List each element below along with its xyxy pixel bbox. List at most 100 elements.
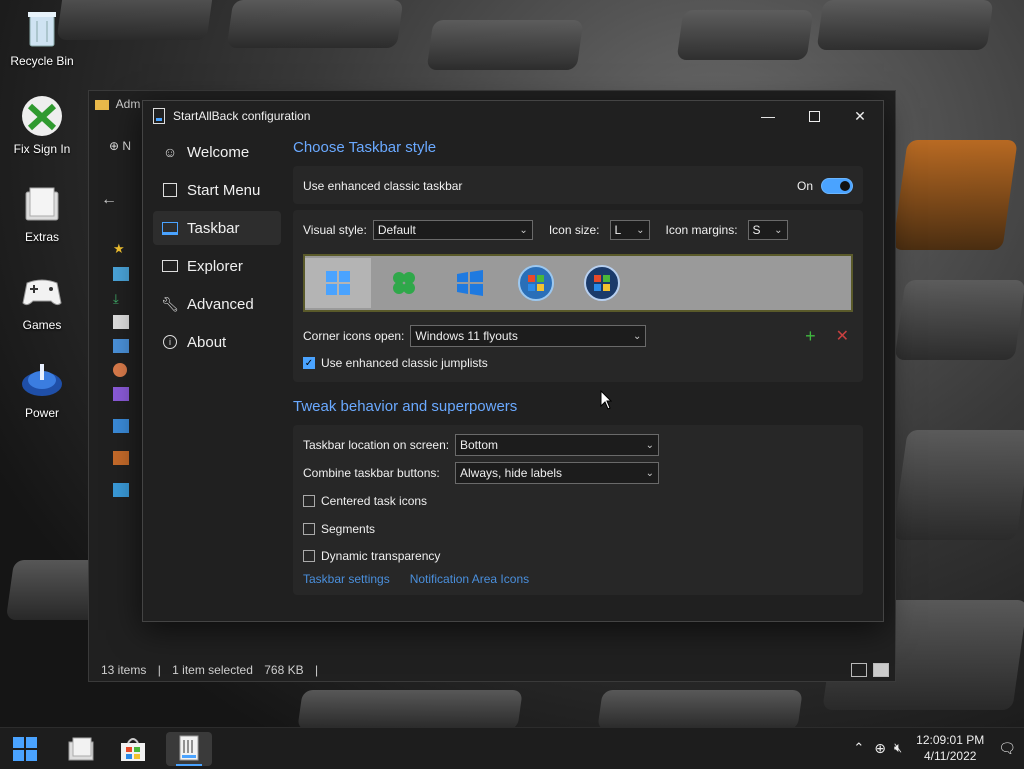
windows-11-logo-icon [326,271,350,295]
explorer-new-label: N [122,139,132,153]
windows-10-logo-icon [457,270,483,296]
chevron-up-icon[interactable]: ⌃ [853,740,864,756]
explorer-tab-label: Adm [115,97,141,111]
nav-item-welcome[interactable]: ☺ Welcome [153,135,281,169]
desktop-icon-power[interactable]: Power [4,358,80,420]
explorer-status-bar: 13 items | 1 item selected 768 KB | [101,663,326,677]
windows-11-logo-icon [13,737,37,761]
segments-checkbox[interactable] [303,523,315,535]
nav-item-label: About [187,333,227,351]
location-select[interactable]: Bottom ⌄ [455,434,659,456]
close-button[interactable]: ✕ [837,101,883,131]
style-option-windows-10[interactable] [437,258,503,308]
desktop-icon-label: Games [22,318,62,332]
video-icon [113,387,129,401]
startallback-icon [153,108,165,124]
remove-icon[interactable]: ✕ [836,326,849,346]
clover-logo-icon [393,272,415,294]
desktop-icon-games[interactable]: Games [4,270,80,332]
back-arrow-icon[interactable]: ← [101,191,117,209]
folder-icon [20,182,64,226]
corner-icons-label: Corner icons open: [303,329,405,343]
status-divider: | [314,663,319,677]
explorer-new-button[interactable]: ⊕ N [109,139,131,153]
nav-item-start-menu[interactable]: Start Menu [153,173,281,207]
clock-date: 4/11/2022 [923,749,977,763]
chevron-down-icon: ⌄ [645,439,654,451]
nav-item-about[interactable]: i About [153,325,281,359]
details-view-icon[interactable] [851,663,867,677]
visual-style-card: Visual style: Default ⌄ Icon size: L ⌄ I… [293,210,863,382]
icon-size-select[interactable]: L ⌄ [609,220,650,240]
add-icon[interactable]: + [805,326,816,347]
centered-checkbox[interactable] [303,495,315,507]
icon-margins-value: S [752,223,761,237]
chevron-down-icon: ⌄ [645,467,654,479]
drive-icon [113,451,129,465]
taskbar-startallback[interactable] [166,732,212,766]
network-globe-icon[interactable]: ⊕ [874,740,886,757]
jumplists-checkbox[interactable]: ✓ [303,357,315,369]
corner-icons-select[interactable]: Windows 11 flyouts ⌄ [410,325,647,347]
this-pc-icon [113,419,129,433]
nav-item-label: Welcome [187,143,250,161]
nav-item-advanced[interactable]: 🔧︎ Advanced [153,287,281,321]
nav-item-explorer[interactable]: Explorer [153,249,281,283]
maximize-button[interactable] [791,101,837,131]
desktop-icon-extras[interactable]: Extras [4,182,80,244]
style-option-windows-7[interactable] [503,258,569,308]
notification-area-icons-link[interactable]: Notification Area Icons [410,572,529,586]
taskbar-style-heading: Choose Taskbar style [293,139,437,156]
taskbar-settings-link[interactable]: Taskbar settings [303,572,390,586]
status-size: 768 KB [264,663,304,677]
explorer-tab[interactable]: Adm [95,97,140,111]
dynamic-transparency-checkbox[interactable] [303,550,315,562]
nav-item-taskbar[interactable]: Taskbar [153,211,281,245]
visual-style-label: Visual style: [303,223,367,237]
system-tray: ⌃ ⊕ 🔇︎ 12:09:01 PM 4/11/2022 🗨︎ [853,732,1016,764]
wrench-icon: 🔧︎ [161,295,179,312]
gamepad-icon [20,270,64,314]
power-icon [20,358,64,402]
visual-style-select[interactable]: Default ⌄ [372,220,533,240]
style-option-windows-vista[interactable] [569,258,635,308]
enhanced-taskbar-toggle[interactable] [821,178,853,194]
desktop-icon-fix-sign-in[interactable]: Fix Sign In [4,94,80,156]
mouse-cursor-icon [600,390,612,410]
chevron-down-icon: ⌄ [633,330,642,342]
combine-value: Always, hide labels [460,466,563,480]
store-icon [121,738,145,761]
visual-style-value: Default [377,223,416,237]
combine-select[interactable]: Always, hide labels ⌄ [455,462,659,484]
startallback-dialog[interactable]: StartAllBack configuration — ✕ ☺ Welcome… [142,100,884,622]
taskbar-style-strip [303,254,853,312]
taskbar: ⌃ ⊕ 🔇︎ 12:09:01 PM 4/11/2022 🗨︎ [0,727,1024,769]
style-option-windows-11[interactable] [305,258,371,308]
start-button[interactable] [8,732,42,766]
taskbar-store[interactable] [116,732,150,766]
dialog-title: StartAllBack configuration [173,109,311,123]
music-icon [113,363,127,377]
clock-time: 12:09:01 PM [916,733,985,747]
windows-7-orb-icon [518,265,554,301]
tiles-view-icon[interactable] [873,663,889,677]
startallback-icon [179,735,199,761]
minimize-button[interactable]: — [745,101,791,131]
taskbar-file-explorer[interactable] [64,732,98,766]
plus-circle-icon: ⊕ [109,139,120,153]
minimize-icon: — [761,108,775,124]
smiley-icon: ☺ [162,144,178,160]
xbox-icon [20,94,64,138]
volume-muted-icon[interactable]: 🔇︎ [894,740,902,756]
view-toggle[interactable] [851,663,889,677]
file-explorer-icon [68,737,94,761]
desktop-icon-label: Recycle Bin [10,54,74,68]
notifications-icon[interactable]: 🗨︎ [998,740,1016,757]
clock[interactable]: 12:09:01 PM 4/11/2022 [916,732,984,764]
taskbar-style-card: Use enhanced classic taskbar On [293,166,863,204]
dialog-titlebar[interactable]: StartAllBack configuration — ✕ [143,101,883,131]
desktop-icon-recycle-bin[interactable]: Recycle Bin [4,6,80,68]
style-option-clover[interactable] [371,258,437,308]
icon-margins-select[interactable]: S ⌄ [747,220,788,240]
document-icon [113,315,129,329]
